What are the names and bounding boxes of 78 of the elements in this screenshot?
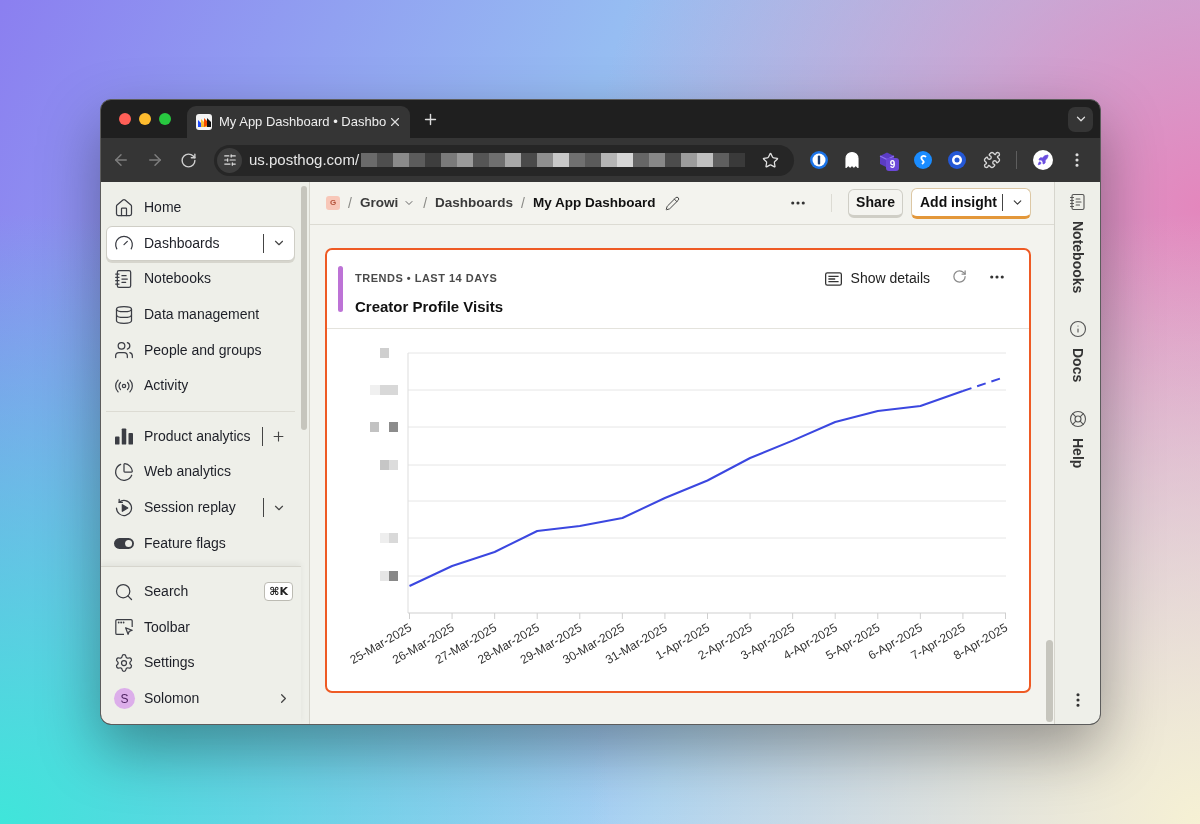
ghost-icon[interactable]: [843, 151, 861, 169]
bar-chart-icon: [115, 427, 133, 445]
page-title: My App Dashboard: [532, 193, 656, 212]
pixelated-label: [380, 348, 389, 358]
sidebar-item[interactable]: Notebooks: [106, 261, 295, 297]
breadcrumb-link[interactable]: Dashboards: [435, 192, 514, 214]
keyboard-shortcut: ⌘K: [264, 582, 293, 602]
user-menu[interactable]: S Solomon: [106, 680, 295, 717]
star-icon[interactable]: [762, 151, 779, 169]
sidebar-item[interactable]: Product analytics: [106, 418, 295, 455]
sidebar-item[interactable]: Toolbar: [106, 609, 296, 646]
tab-list-icon[interactable]: [1068, 106, 1093, 132]
sidebar-item[interactable]: Session replay: [106, 489, 295, 526]
people-icon: [114, 340, 134, 361]
plus-icon[interactable]: [271, 428, 286, 444]
database-icon: [114, 304, 134, 325]
pie-chart-icon: [114, 461, 134, 482]
pixelated-label: [380, 571, 398, 581]
notebook-icon: [114, 269, 134, 289]
reload-icon[interactable]: [180, 151, 197, 169]
extension-icon[interactable]: 9: [878, 151, 896, 169]
accent-bar: [338, 266, 343, 312]
home-icon: [114, 197, 134, 218]
side-panel-tab[interactable]: Help: [1068, 409, 1087, 468]
breadcrumb-link[interactable]: Growi: [359, 192, 416, 214]
close-icon[interactable]: [388, 115, 402, 129]
notebook-icon: [1068, 193, 1087, 211]
sidebar-item[interactable]: Search ⌘K: [106, 574, 296, 610]
breadcrumb-separator: /: [348, 193, 352, 213]
side-panel-tab[interactable]: Notebooks: [1068, 193, 1087, 294]
cursor-window-icon: [114, 618, 134, 637]
scrollbar-thumb[interactable]: [301, 186, 307, 430]
user-avatar: S: [114, 688, 135, 710]
puzzle-icon[interactable]: [983, 151, 1001, 169]
sidebar-item[interactable]: Activity: [106, 367, 295, 404]
side-panel-tab[interactable]: Docs: [1068, 320, 1087, 383]
sidebar-item[interactable]: Dashboards: [106, 225, 295, 262]
breadcrumb-separator: /: [521, 193, 525, 213]
pixelated-label: [380, 533, 398, 543]
details-icon: [824, 271, 842, 286]
close-window-button[interactable]: [119, 113, 131, 125]
pixelated-label: [370, 385, 398, 395]
swirl-circle-icon[interactable]: [914, 151, 932, 169]
logo-icon: [196, 114, 212, 130]
maximize-window-button[interactable]: [159, 113, 171, 125]
insight-title: Creator Profile Visits: [355, 296, 504, 317]
rocket-avatar-icon[interactable]: [1033, 150, 1053, 170]
breadcrumb-separator: /: [423, 193, 428, 213]
pixelated-label: [380, 460, 398, 470]
address-bar[interactable]: us.posthog.com/: [214, 144, 794, 176]
minimize-window-button[interactable]: [139, 113, 151, 125]
pixelated-label: [370, 422, 398, 432]
extension-count: 9: [886, 158, 899, 171]
back-icon[interactable]: [112, 151, 130, 169]
search-icon: [114, 581, 134, 602]
sidebar-item[interactable]: Settings: [106, 645, 296, 681]
toggle-icon: [114, 537, 134, 549]
add-insight-button[interactable]: Add insight: [911, 187, 1031, 219]
info-icon: [1068, 320, 1087, 339]
settings-icon: [114, 653, 134, 673]
lifebuoy-icon: [1068, 409, 1087, 428]
target-circle-icon[interactable]: [948, 151, 966, 169]
sidebar-item[interactable]: Data management: [106, 296, 295, 333]
refresh-icon[interactable]: [952, 269, 967, 284]
insight-subtitle: TRENDS • LAST 14 DAYS: [355, 271, 499, 286]
site-settings-icon[interactable]: [217, 147, 242, 173]
scrollbar-thumb[interactable]: [1046, 640, 1053, 722]
sidebar-item[interactable]: Web analytics: [106, 454, 295, 490]
sidebar-item[interactable]: Feature flags: [106, 525, 295, 561]
share-button[interactable]: Share: [848, 188, 903, 218]
browser-tab[interactable]: My App Dashboard • Dashbo: [187, 106, 410, 138]
sidebar-item[interactable]: Home: [106, 190, 295, 226]
show-details-button[interactable]: Show details: [824, 268, 930, 289]
forward-icon[interactable]: [146, 151, 164, 169]
replay-icon: [114, 497, 134, 518]
keyhole-circle-icon[interactable]: [810, 151, 828, 169]
pencil-icon[interactable]: [665, 195, 681, 211]
sidebar-item[interactable]: People and groups: [106, 332, 295, 368]
